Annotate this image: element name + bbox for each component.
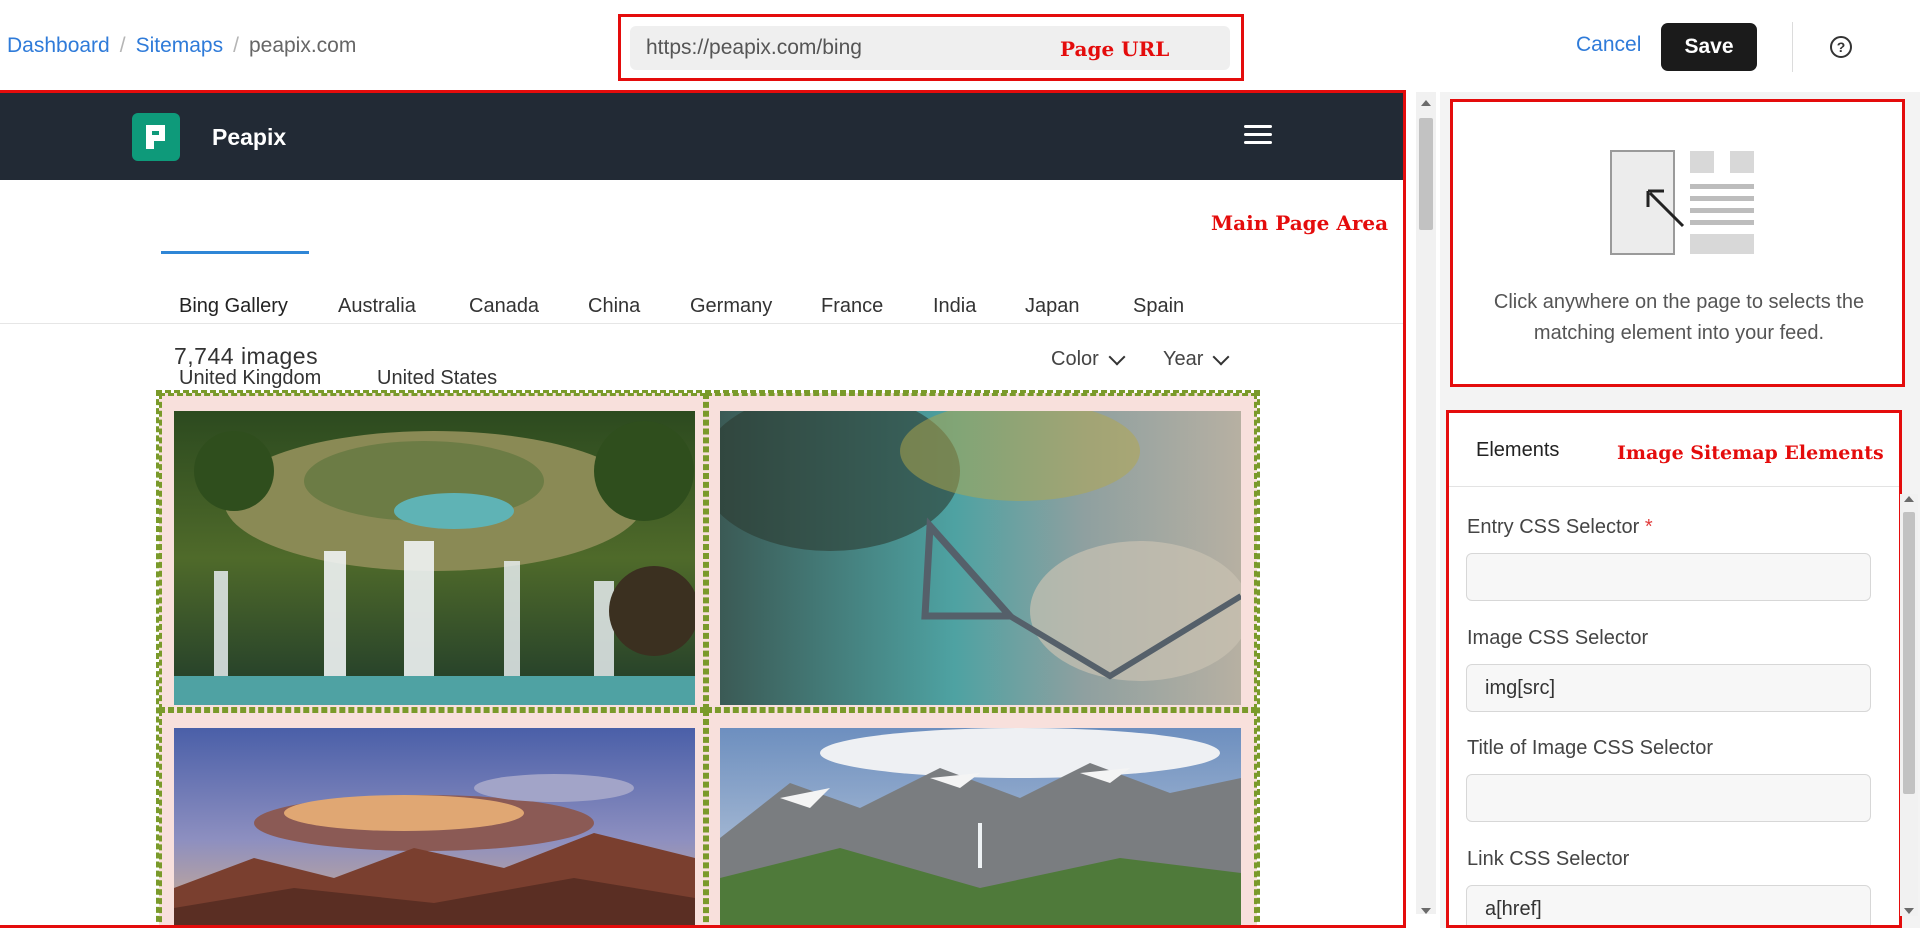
color-filter-label: Color [1051,348,1099,370]
scrollbar-thumb[interactable] [1419,118,1433,230]
required-marker: * [1644,516,1653,538]
sunset-mountains-photo[interactable] [174,728,695,925]
breadcrumb-separator: / [233,34,239,57]
chevron-down-icon [1212,348,1230,365]
image-css-selector-label: Image CSS Selector [1467,627,1649,649]
entry-css-selector-input[interactable] [1466,553,1871,601]
selection-hint-card: Click anywhere on the page to selects th… [1450,99,1905,387]
main-page-area: Peapix Bing Gallery Australia Canada Chi… [0,90,1406,928]
select-element-illustration [1610,150,1755,255]
breadcrumb-dashboard-link[interactable]: Dashboard [7,34,110,58]
tab-germany[interactable]: Germany [690,295,772,318]
help-icon[interactable]: ? [1830,36,1852,58]
tab-china[interactable]: China [588,295,640,318]
link-css-selector-input[interactable]: a[href] [1466,885,1871,925]
page-url-annotation: Page URL [1060,37,1170,61]
tab-india[interactable]: India [933,295,976,318]
scroll-up-arrow-icon[interactable] [1904,496,1914,502]
image-count: 7,744 images [174,343,319,369]
tab-united-states[interactable]: United States [377,367,497,390]
scroll-up-arrow-icon[interactable] [1421,100,1431,106]
peapix-logo-icon[interactable] [132,113,180,161]
lagoon-aerial-photo[interactable] [720,411,1241,705]
breadcrumb-current: peapix.com [248,34,357,57]
color-filter-dropdown[interactable]: Color [1051,348,1126,371]
header-divider [1792,22,1793,72]
entry-css-selector-label-text: Entry CSS Selector [1467,516,1640,538]
right-panel-scrollbar[interactable] [1900,494,1918,916]
breadcrumb: Dashboard / Sitemaps / peapix.com [7,34,356,58]
main-scrollbar[interactable] [1416,92,1436,914]
main-page-annotation: Main Page Area [1211,211,1389,235]
active-tab-indicator [161,251,309,254]
image-css-selector-input[interactable]: img[src] [1466,664,1871,712]
alpine-valley-photo[interactable] [720,728,1241,925]
site-name[interactable]: Peapix [212,124,286,151]
breadcrumb-sitemaps-link[interactable]: Sitemaps [136,34,224,58]
selection-hint-text: Click anywhere on the page to selects th… [1493,291,1865,344]
tab-united-kingdom[interactable]: United Kingdom [179,367,321,390]
tab-bing-gallery[interactable]: Bing Gallery [179,295,288,318]
tab-canada[interactable]: Canada [469,295,539,318]
waterfall-aerial-photo[interactable] [174,411,695,705]
elements-annotation: Image Sitemap Elements [1617,442,1884,464]
year-filter-dropdown[interactable]: Year [1163,348,1230,371]
tab-elements[interactable]: Elements [1476,439,1559,462]
right-panel: Click anywhere on the page to selects th… [1440,92,1920,928]
scroll-down-arrow-icon[interactable] [1904,908,1914,914]
breadcrumb-separator: / [119,34,126,57]
title-css-selector-input[interactable] [1466,774,1871,822]
image-sitemap-elements-panel: Elements Image Sitemap Elements Entry CS… [1446,410,1902,928]
year-filter-label: Year [1163,348,1204,370]
page-url-highlight: https://peapix.com/bing Page URL [618,14,1244,81]
tab-japan[interactable]: Japan [1025,295,1080,318]
chevron-down-icon [1108,348,1126,365]
save-button[interactable]: Save [1661,23,1757,71]
site-navbar: Peapix [0,93,1403,180]
title-css-selector-label: Title of Image CSS Selector [1467,737,1714,759]
elements-tab-header: Elements Image Sitemap Elements [1449,413,1899,487]
tab-australia[interactable]: Australia [338,295,416,318]
entry-css-selector-label: Entry CSS Selector * [1467,516,1653,539]
cancel-button[interactable]: Cancel [1576,33,1641,57]
tab-spain[interactable]: Spain [1133,295,1184,318]
top-bar: Dashboard / Sitemaps / peapix.com https:… [0,0,1920,92]
scrollbar-thumb[interactable] [1903,512,1915,794]
hamburger-menu-icon[interactable] [1244,125,1272,145]
tab-france[interactable]: France [821,295,883,318]
scroll-down-arrow-icon[interactable] [1421,908,1431,914]
link-css-selector-label: Link CSS Selector [1467,848,1630,870]
